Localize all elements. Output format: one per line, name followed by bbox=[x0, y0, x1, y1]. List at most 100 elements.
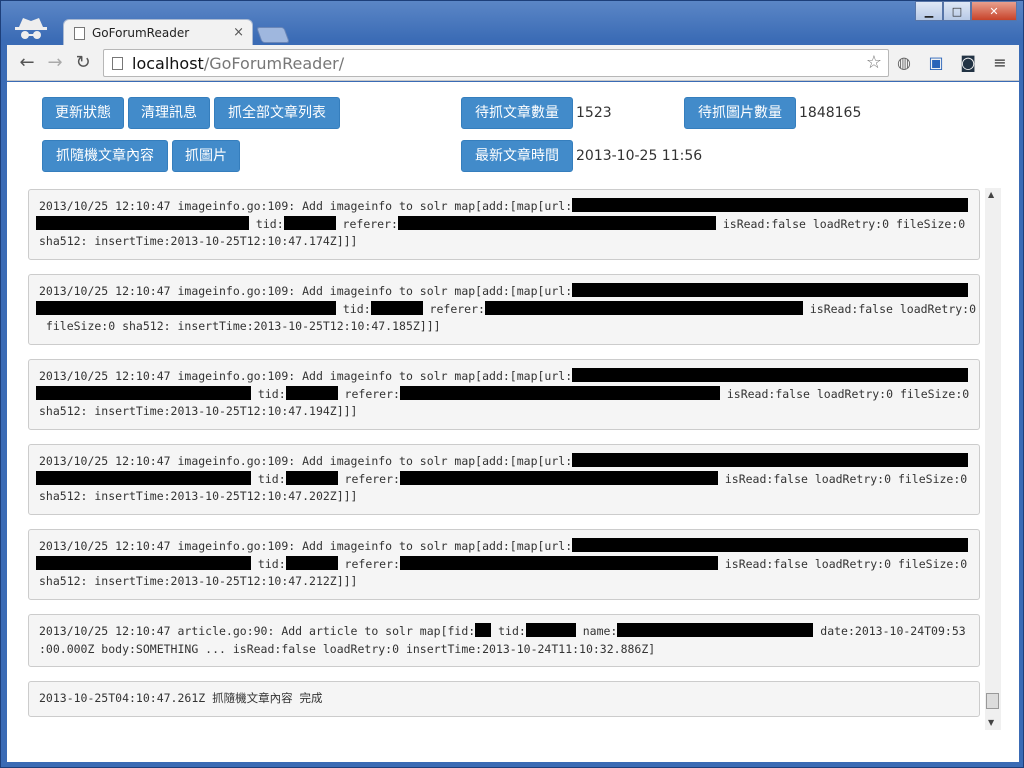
log-text: referer: bbox=[422, 301, 485, 316]
redacted-block bbox=[572, 538, 969, 552]
forward-icon[interactable]: → bbox=[43, 51, 67, 75]
log-text: tid: bbox=[251, 471, 286, 486]
redacted-block bbox=[285, 385, 338, 400]
log-text: isRead:false loadRetry:0 fileSize:0 bbox=[717, 471, 968, 486]
url-path: /GoForumReader/ bbox=[203, 54, 345, 73]
log-entry: 2013/10/25 12:10:47 article.go:90: Add a… bbox=[28, 614, 980, 667]
redacted-block bbox=[572, 283, 969, 297]
page-content: 更新狀態 清理訊息 抓全部文章列表 抓隨機文章內容 抓圖片 待抓文章數量 152… bbox=[7, 82, 1019, 762]
redacted-block bbox=[36, 215, 249, 230]
bookmark-star-icon[interactable]: ☆ bbox=[866, 52, 882, 73]
scroll-up-icon[interactable]: ▲ bbox=[988, 190, 994, 199]
reload-icon[interactable]: ↻ bbox=[71, 51, 95, 75]
redacted-block bbox=[397, 215, 716, 230]
page-icon bbox=[74, 27, 85, 40]
redacted-block bbox=[475, 623, 492, 637]
redacted-block bbox=[617, 623, 814, 637]
close-window-button[interactable]: ✕ bbox=[971, 1, 1017, 21]
close-tab-icon[interactable]: × bbox=[233, 25, 244, 40]
log-text: referer: bbox=[337, 556, 400, 571]
log-text: 2013/10/25 12:10:47 imageinfo.go:109: Ad… bbox=[39, 369, 573, 383]
url-host: localhost bbox=[132, 54, 204, 73]
log-text: sha512: insertTime:2013-10-25T12:10:47.1… bbox=[39, 234, 358, 248]
log-text: referer: bbox=[337, 471, 400, 486]
redacted-block bbox=[484, 300, 803, 315]
clear-messages-button[interactable]: 清理訊息 bbox=[128, 97, 210, 129]
redacted-block bbox=[399, 555, 718, 570]
incognito-icon bbox=[15, 18, 47, 39]
redacted-block bbox=[572, 198, 969, 212]
log-scrollbar[interactable]: ▲ ▼ bbox=[985, 188, 1001, 730]
log-text: name: bbox=[575, 624, 618, 638]
globe-extension-icon[interactable]: ◍ bbox=[893, 52, 915, 74]
log-text: fileSize:0 sha512: insertTime:2013-10-25… bbox=[39, 319, 441, 333]
browser-window: GoForumReader × ▁ □ ✕ ← → ↻ localhost/Go… bbox=[0, 0, 1024, 768]
log-text: isRead:false loadRetry:0 bbox=[802, 301, 977, 316]
log-text: 2013/10/25 12:10:47 imageinfo.go:109: Ad… bbox=[39, 284, 573, 298]
log-entry: 2013/10/25 12:10:47 imageinfo.go:109: Ad… bbox=[28, 444, 980, 515]
redacted-block bbox=[285, 555, 338, 570]
log-text: tid: bbox=[336, 301, 371, 316]
log-text: tid: bbox=[491, 624, 526, 638]
redacted-block bbox=[285, 470, 338, 485]
log-text: sha512: insertTime:2013-10-25T12:10:47.2… bbox=[39, 574, 358, 588]
log-text: tid: bbox=[249, 216, 284, 231]
log-text: tid: bbox=[251, 556, 286, 571]
maximize-button[interactable]: □ bbox=[943, 1, 971, 21]
log-text: isRead:false loadRetry:0 fileSize:0 bbox=[715, 216, 966, 231]
log-entry: 2013/10/25 12:10:47 imageinfo.go:109: Ad… bbox=[28, 529, 980, 600]
title-bar: GoForumReader × ▁ □ ✕ bbox=[1, 1, 1023, 47]
scrollbar-thumb[interactable] bbox=[986, 693, 999, 709]
log-text: :00.000Z body:SOMETHING ... isRead:false… bbox=[39, 641, 656, 656]
pending-articles-value: 1523 bbox=[576, 105, 612, 121]
log-text: 2013-10-25T04:10:47.261Z 抓隨機文章內容 完成 bbox=[39, 691, 323, 705]
tab-title: GoForumReader bbox=[92, 26, 190, 40]
redacted-block bbox=[572, 453, 969, 467]
update-status-button[interactable]: 更新狀態 bbox=[42, 97, 124, 129]
scroll-down-icon[interactable]: ▼ bbox=[988, 718, 994, 727]
redacted-block bbox=[283, 215, 336, 230]
address-bar[interactable]: localhost/GoForumReader/ ☆ bbox=[103, 49, 889, 77]
fetch-images-button[interactable]: 抓圖片 bbox=[172, 140, 240, 172]
redacted-block bbox=[370, 300, 423, 315]
camera-extension-icon[interactable]: ◙ bbox=[957, 52, 979, 74]
browser-toolbar: ← → ↻ localhost/GoForumReader/ ☆ ◍ ▣ ◙ ≡ bbox=[7, 45, 1019, 81]
fetch-all-article-lists-button[interactable]: 抓全部文章列表 bbox=[214, 97, 340, 129]
page-icon bbox=[112, 57, 123, 70]
log-text: isRead:false loadRetry:0 fileSize:0 bbox=[717, 556, 968, 571]
log-text: isRead:false loadRetry:0 fileSize:0 bbox=[719, 386, 970, 401]
pending-articles-button[interactable]: 待抓文章數量 bbox=[461, 97, 573, 129]
tab-goforumreader[interactable]: GoForumReader × bbox=[63, 19, 253, 47]
latest-article-time-value: 2013-10-25 11:56 bbox=[576, 148, 703, 164]
pending-images-value: 1848165 bbox=[799, 105, 862, 121]
fetch-random-article-content-button[interactable]: 抓隨機文章內容 bbox=[42, 140, 168, 172]
log-text: referer: bbox=[337, 386, 400, 401]
url-text: localhost/GoForumReader/ bbox=[132, 54, 344, 73]
redacted-block bbox=[525, 623, 576, 637]
pending-images-button[interactable]: 待抓圖片數量 bbox=[684, 97, 796, 129]
log-entry: 2013/10/25 12:10:47 imageinfo.go:109: Ad… bbox=[28, 274, 980, 345]
log-text: sha512: insertTime:2013-10-25T12:10:47.2… bbox=[39, 489, 358, 503]
log-text: tid: bbox=[251, 386, 286, 401]
log-text: referer: bbox=[335, 216, 398, 231]
log-entry: 2013-10-25T04:10:47.261Z 抓隨機文章內容 完成 bbox=[28, 681, 980, 717]
new-tab-button[interactable] bbox=[256, 27, 290, 43]
screen-capture-extension-icon[interactable]: ▣ bbox=[925, 52, 947, 74]
minimize-button[interactable]: ▁ bbox=[915, 1, 943, 21]
redacted-block bbox=[36, 555, 251, 570]
redacted-block bbox=[36, 470, 251, 485]
redacted-block bbox=[36, 385, 251, 400]
log-entry: 2013/10/25 12:10:47 imageinfo.go:109: Ad… bbox=[28, 189, 980, 260]
log-text: 2013/10/25 12:10:47 imageinfo.go:109: Ad… bbox=[39, 454, 573, 468]
redacted-block bbox=[572, 368, 969, 382]
log-entry: 2013/10/25 12:10:47 imageinfo.go:109: Ad… bbox=[28, 359, 980, 430]
redacted-block bbox=[399, 385, 720, 400]
redacted-block bbox=[399, 470, 718, 485]
log-text: 2013/10/25 12:10:47 article.go:90: Add a… bbox=[39, 624, 476, 638]
log-text: 2013/10/25 12:10:47 imageinfo.go:109: Ad… bbox=[39, 539, 573, 553]
back-icon[interactable]: ← bbox=[15, 51, 39, 75]
latest-article-time-button[interactable]: 最新文章時間 bbox=[461, 140, 573, 172]
redacted-block bbox=[36, 300, 336, 315]
menu-icon[interactable]: ≡ bbox=[989, 52, 1011, 74]
log-text: 2013/10/25 12:10:47 imageinfo.go:109: Ad… bbox=[39, 199, 573, 213]
